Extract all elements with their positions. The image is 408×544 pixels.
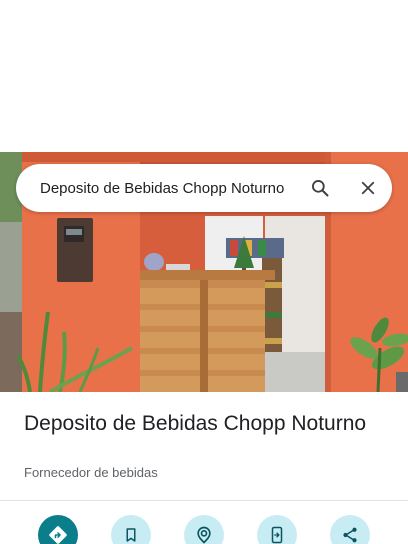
- place-category[interactable]: Fornecedor de bebidas: [24, 465, 158, 480]
- send-to-phone-button[interactable]: [257, 515, 297, 544]
- place-title: Deposito de Bebidas Chopp Noturno: [24, 412, 367, 435]
- clear-search-button[interactable]: [344, 164, 392, 212]
- send-to-phone-icon: [271, 526, 283, 544]
- search-icon: [312, 180, 329, 197]
- search-bar[interactable]: Deposito de Bebidas Chopp Noturno: [16, 164, 392, 212]
- directions-icon: [49, 526, 67, 544]
- nearby-icon: [197, 526, 211, 544]
- share-icon: [343, 527, 357, 543]
- save-button[interactable]: [111, 515, 151, 544]
- share-button[interactable]: [330, 515, 370, 544]
- directions-button[interactable]: [38, 515, 78, 544]
- place-sheet: Deposito de Bebidas Chopp Noturno Deposi…: [0, 0, 408, 544]
- nearby-button[interactable]: [184, 515, 224, 544]
- search-query[interactable]: Deposito de Bebidas Chopp Noturno: [40, 180, 296, 197]
- bookmark-icon: [126, 528, 136, 542]
- search-button[interactable]: [296, 164, 344, 212]
- close-icon: [361, 181, 375, 195]
- divider: [0, 500, 408, 501]
